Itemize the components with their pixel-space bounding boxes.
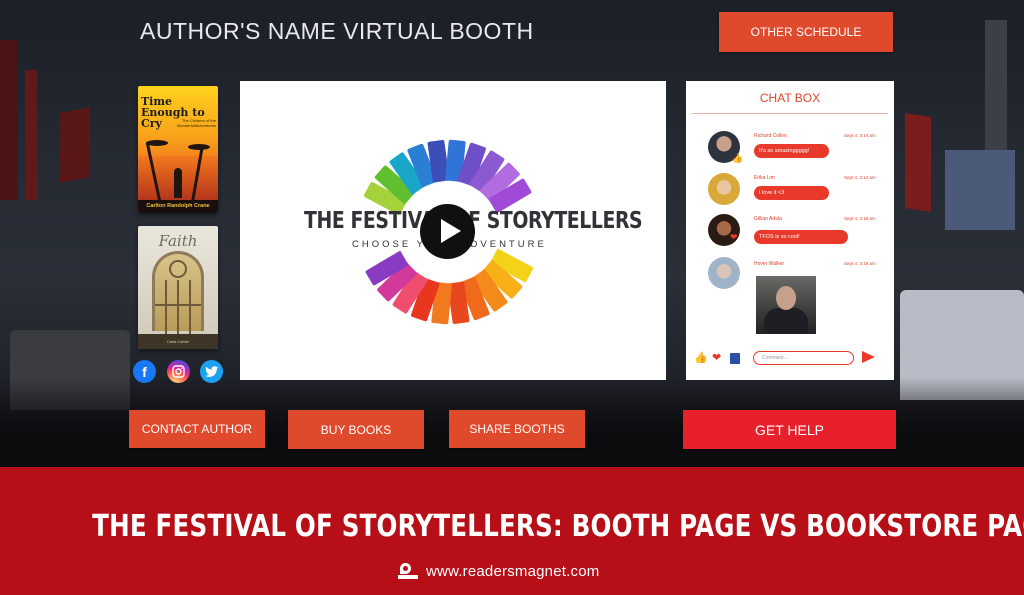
banner-title: THE FESTIVAL OF STORYTELLERS: BOOTH PAGE… [92,509,1024,544]
heart-icon: ❤ [730,232,738,242]
readersmagnet-logo-icon [396,561,420,581]
twitter-bird-glyph [204,365,218,377]
banner-flag [905,113,931,212]
chat-title: CHAT BOX [759,91,821,105]
chat-box: CHAT BOX 👍 Richard Cullen Sept 4, 3:14 a… [686,81,894,380]
rose-window [169,260,187,278]
thumbs-up-icon[interactable]: 👍 [694,351,708,364]
book-cover-time-enough-to-cry[interactable]: Time Enough to Cry The Children of the W… [138,86,218,213]
divider [692,113,888,114]
book-author: Carlton Randolph Crane [138,200,218,213]
banner-flag [985,20,1007,170]
window-mullion [177,280,179,334]
book-icon[interactable] [730,353,740,364]
sender-name: Hover Walker [754,261,785,267]
site-url[interactable]: www.readersmagnet.com [426,563,599,580]
booth-title: AUTHOR'S NAME VIRTUAL BOOTH [140,18,534,44]
book-author: Carla Cahier [138,334,218,349]
message-time: Sept 4, 3:16 am [844,261,876,266]
window-transom [155,304,201,306]
book-subtitle: The Children of the WonderfullAdventures [176,118,216,128]
avatar [708,173,740,205]
building [945,150,1015,230]
palm-leaves [146,140,168,146]
window-mullion [165,280,167,334]
message-bubble: TFOS is so cool! [754,230,848,244]
contact-author-button[interactable]: CONTACT AUTHOR [129,410,265,448]
instagram-glyph [172,365,185,378]
banner-flag [0,40,18,200]
sender-name: Gillian Adala [754,216,782,222]
message-time: Sept 4, 3:14 am [844,133,876,138]
cathedral-window [152,251,204,334]
message-time: Sept 4, 3:14 am [844,175,876,180]
message-time: Sept 4, 3:16 am [844,216,876,221]
heart-icon[interactable]: ❤ [712,351,721,364]
shared-photo[interactable] [756,276,816,334]
share-booths-button[interactable]: SHARE BOOTHS [449,410,585,448]
palm-leaves [188,144,210,150]
book-title: Faith [158,232,198,250]
avatar [708,257,740,289]
get-help-button[interactable]: GET HELP [683,410,896,449]
message-bubble: I love it <3 [754,186,829,200]
photo-face [776,286,796,310]
video-player[interactable]: THE FESTIVAL OF STORYTELLERS CHOOSE YOUR… [240,81,666,380]
facebook-icon[interactable]: f [133,360,156,383]
site-credit: www.readersmagnet.com [396,561,599,581]
twitter-icon[interactable] [200,360,223,383]
banner-flag [60,107,90,183]
title-banner: THE FESTIVAL OF STORYTELLERS: BOOTH PAGE… [0,467,1024,595]
play-button[interactable] [420,204,475,259]
book-cover-faith[interactable]: Faith Carla Cahier [138,226,218,349]
other-schedule-button[interactable]: OTHER SCHEDULE [719,12,893,52]
couple-silhouette [174,168,182,198]
window-mullion [189,280,191,334]
comment-input[interactable]: Comment... [753,351,854,365]
sender-name: Richard Cullen [754,133,787,139]
buy-books-button[interactable]: BUY BOOKS [288,410,424,449]
message-bubble: It's so amazinggggg! [754,144,829,158]
instagram-icon[interactable] [167,360,190,383]
send-icon[interactable] [862,351,875,363]
thumbs-up-icon: 👍 [732,153,744,163]
facebook-glyph: f [142,363,147,380]
photo-person [764,308,808,334]
banner-flag [25,70,37,200]
sender-name: Erika Lim [754,175,775,181]
